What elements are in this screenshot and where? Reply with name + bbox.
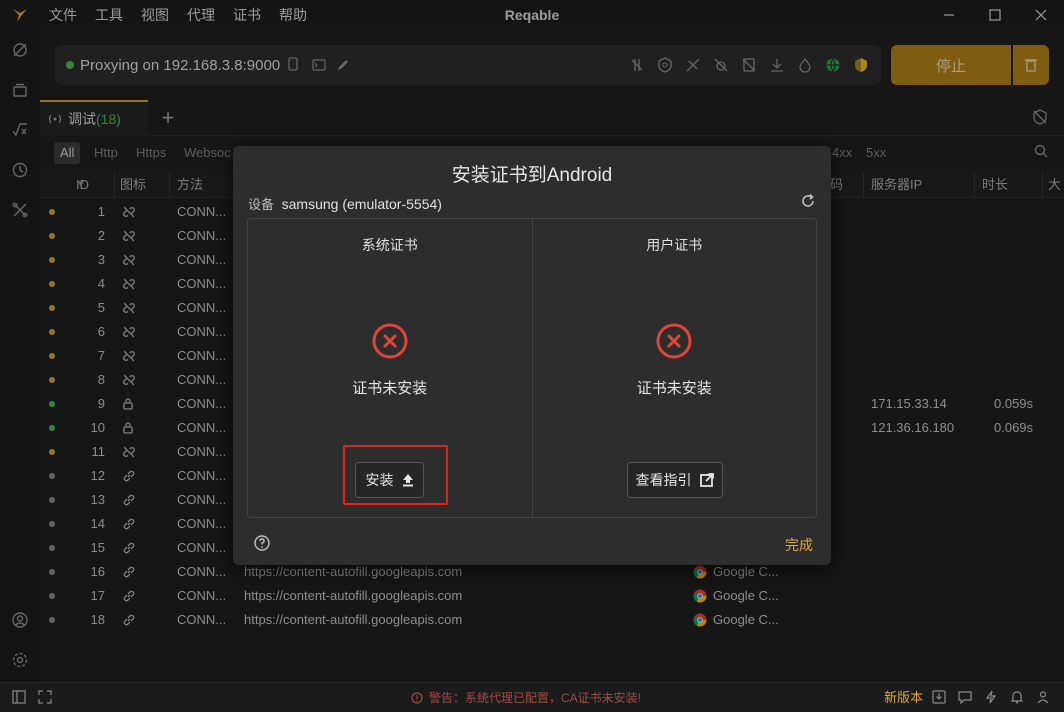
warning-icon bbox=[411, 692, 423, 704]
sidebar-toggle-icon[interactable] bbox=[12, 690, 28, 706]
status-bar: 警告：系统代理已配置，CA证书未安装! 新版本 bbox=[0, 682, 1064, 712]
user-cert-status: 证书未安装 bbox=[636, 380, 712, 397]
view-guide-button[interactable]: 查看指引 bbox=[626, 462, 723, 498]
warning-text: 警告：系统代理已配置，CA证书未安装! bbox=[429, 691, 642, 705]
person-icon[interactable] bbox=[1036, 690, 1052, 706]
warning-message[interactable]: 警告：系统代理已配置，CA证书未安装! bbox=[411, 683, 641, 712]
cert-panels: 系统证书 证书未安装 安装 用户证书 证书未安装 查看指引 bbox=[247, 218, 817, 518]
device-row: 设备 samsung (emulator-5554) bbox=[248, 194, 442, 213]
fullscreen-icon[interactable] bbox=[38, 690, 54, 706]
lightning-icon[interactable] bbox=[984, 690, 1000, 706]
upload-icon bbox=[402, 474, 413, 487]
system-cert-panel: 系统证书 证书未安装 安装 bbox=[248, 219, 532, 517]
install-cert-dialog: 安装证书到Android 设备 samsung (emulator-5554) … bbox=[233, 146, 831, 565]
user-cert-title: 用户证书 bbox=[646, 237, 703, 253]
refresh-icon[interactable] bbox=[800, 193, 816, 209]
dialog-title: 安装证书到Android bbox=[451, 165, 613, 186]
view-guide-label: 查看指引 bbox=[635, 472, 692, 488]
system-cert-status: 证书未安装 bbox=[352, 380, 428, 397]
install-button-label: 安装 bbox=[365, 472, 394, 488]
new-version-link[interactable]: 新版本 bbox=[884, 683, 923, 712]
feedback-icon[interactable] bbox=[958, 690, 974, 706]
install-button[interactable]: 安装 bbox=[355, 462, 424, 498]
notification-bell-icon[interactable] bbox=[1010, 690, 1026, 706]
system-cert-title: 系统证书 bbox=[361, 237, 418, 253]
help-icon[interactable] bbox=[253, 534, 271, 552]
user-cert-panel: 用户证书 证书未安装 查看指引 bbox=[531, 219, 817, 517]
done-button[interactable]: 完成 bbox=[785, 535, 813, 555]
device-label: 设备 bbox=[248, 197, 275, 212]
export-icon[interactable] bbox=[932, 690, 948, 706]
external-link-icon bbox=[699, 473, 714, 487]
error-circle-icon bbox=[656, 323, 692, 359]
error-circle-icon bbox=[372, 323, 408, 359]
device-name: samsung (emulator-5554) bbox=[281, 196, 442, 212]
